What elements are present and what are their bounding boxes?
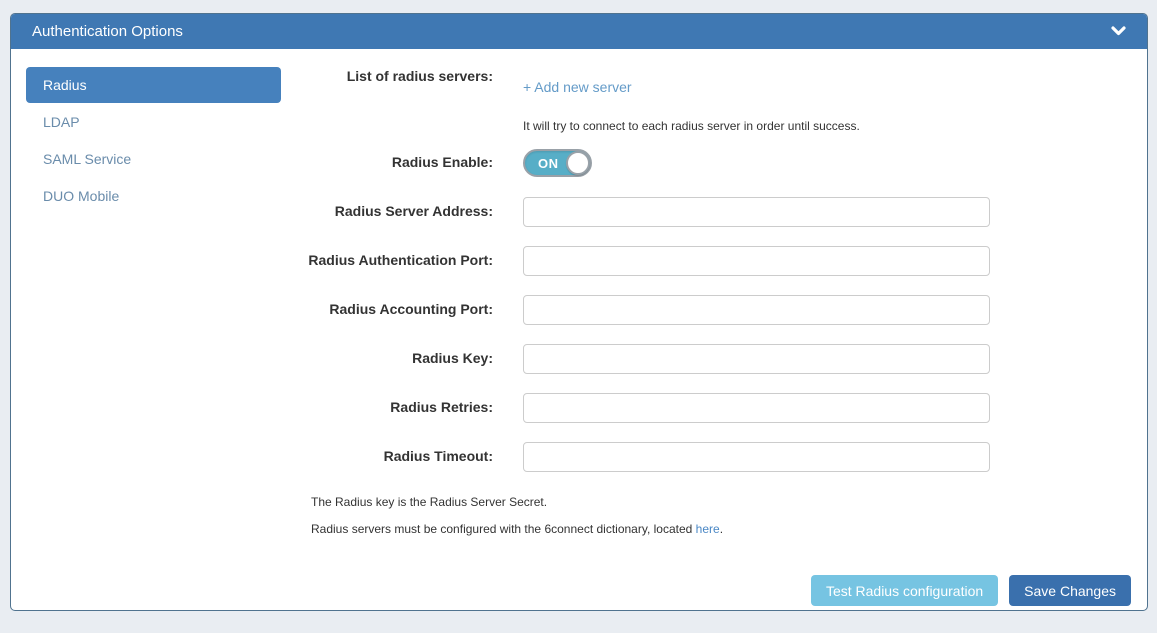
chevron-down-icon	[1111, 23, 1126, 41]
radius-timeout-label: Radius Timeout:	[383, 448, 493, 465]
form-notes: The Radius key is the Radius Server Secr…	[311, 494, 1147, 537]
server-list-control: + Add new server It will try to connect …	[523, 67, 990, 133]
here-link[interactable]: here	[696, 522, 720, 536]
server-list-helper-text: It will try to connect to each radius se…	[523, 119, 860, 133]
radius-form: List of radius servers: + Add new server…	[281, 67, 1147, 555]
authentication-port-input[interactable]	[523, 246, 990, 276]
accounting-port-input[interactable]	[523, 295, 990, 325]
radius-enable-toggle[interactable]: ON	[523, 149, 592, 177]
tab-ldap[interactable]: LDAP	[26, 104, 281, 140]
panel-main: Radius LDAP SAML Service DUO Mobile List…	[11, 67, 1147, 555]
radius-enable-label: Radius Enable:	[391, 154, 493, 171]
radius-timeout-row: Radius Timeout:	[281, 442, 1147, 472]
note-dictionary: Radius servers must be configured with t…	[311, 521, 1147, 537]
test-radius-configuration-button[interactable]: Test Radius configuration	[810, 575, 999, 606]
radius-enable-row: Radius Enable: ON	[281, 149, 1147, 177]
tab-saml-service[interactable]: SAML Service	[26, 141, 281, 177]
note-dictionary-suffix: .	[719, 522, 724, 536]
radius-timeout-input[interactable]	[523, 442, 990, 472]
note-dictionary-text: Radius servers must be configured with t…	[311, 522, 693, 536]
authentication-port-row: Radius Authentication Port:	[281, 246, 1147, 276]
panel-body: Radius LDAP SAML Service DUO Mobile List…	[11, 49, 1147, 610]
server-address-input[interactable]	[523, 197, 990, 227]
server-address-label: Radius Server Address:	[334, 203, 493, 220]
radius-retries-input[interactable]	[523, 393, 990, 423]
auth-method-tabs: Radius LDAP SAML Service DUO Mobile	[11, 67, 281, 555]
add-new-server-link[interactable]: + Add new server	[523, 79, 632, 95]
server-address-row: Radius Server Address:	[281, 197, 1147, 227]
radius-retries-label: Radius Retries:	[390, 399, 493, 416]
collapse-button[interactable]	[1111, 23, 1126, 41]
server-list-row: List of radius servers: + Add new server…	[281, 67, 1147, 133]
radius-retries-row: Radius Retries:	[281, 393, 1147, 423]
radius-key-row: Radius Key:	[281, 344, 1147, 374]
toggle-state-text: ON	[538, 156, 559, 171]
panel-header: Authentication Options	[11, 14, 1147, 49]
accounting-port-row: Radius Accounting Port:	[281, 295, 1147, 325]
authentication-options-panel: Authentication Options Radius LDAP SAML …	[10, 13, 1148, 611]
accounting-port-label: Radius Accounting Port:	[329, 301, 493, 318]
server-list-label: List of radius servers:	[346, 68, 493, 84]
toggle-knob[interactable]	[566, 151, 590, 175]
radius-key-label: Radius Key:	[412, 350, 493, 367]
panel-title: Authentication Options	[32, 23, 183, 40]
tab-radius[interactable]: Radius	[26, 67, 281, 103]
authentication-port-label: Radius Authentication Port:	[308, 252, 493, 269]
note-radius-key: The Radius key is the Radius Server Secr…	[311, 495, 548, 509]
save-changes-button[interactable]: Save Changes	[1009, 575, 1131, 606]
radius-key-input[interactable]	[523, 344, 990, 374]
tab-duo-mobile[interactable]: DUO Mobile	[26, 178, 281, 214]
radius-enable-control: ON	[523, 149, 990, 177]
action-buttons: Test Radius configuration Save Changes	[11, 575, 1147, 610]
